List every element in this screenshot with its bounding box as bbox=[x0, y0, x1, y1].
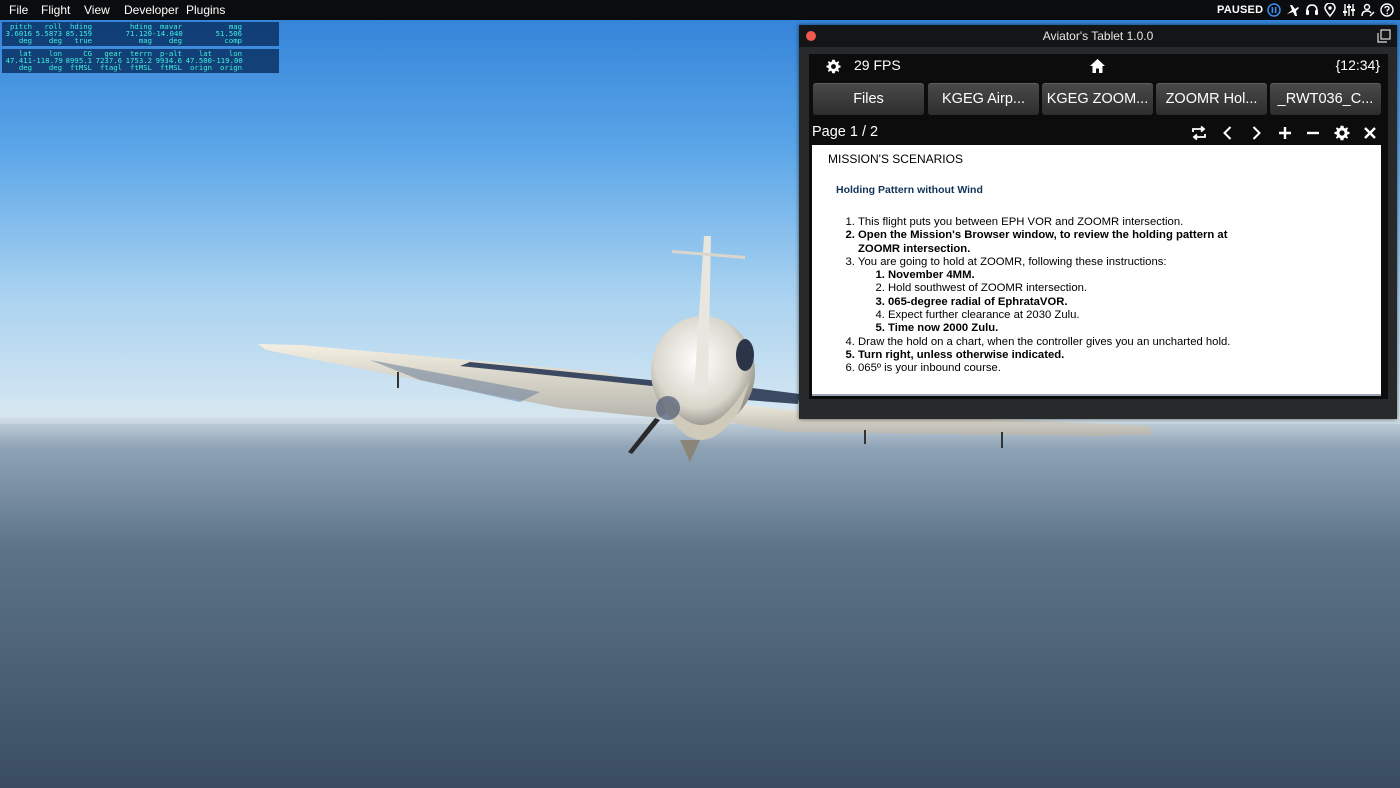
data-unit: true bbox=[74, 36, 92, 46]
tab-files[interactable]: Files bbox=[813, 83, 924, 115]
tablet-screen: 29 FPS {12:34} Files KGEG Airp... KGEG Z… bbox=[809, 54, 1388, 399]
sub-list-item: November 4MM. bbox=[888, 269, 1238, 282]
zoom-out-icon[interactable] bbox=[1305, 125, 1321, 141]
data-unit: deg bbox=[18, 36, 32, 46]
page-indicator: Page 1 / 2 bbox=[812, 124, 879, 140]
map-pin-icon[interactable] bbox=[1323, 3, 1337, 17]
help-icon[interactable] bbox=[1380, 3, 1394, 17]
data-unit: ftagl bbox=[100, 63, 122, 73]
weight-balance-icon[interactable] bbox=[1361, 3, 1375, 17]
data-unit: deg bbox=[168, 36, 182, 46]
page-toolbar: Page 1 / 2 bbox=[809, 121, 1388, 145]
tab-zoomr-hold[interactable]: ZOOMR Hol... bbox=[1156, 83, 1267, 115]
menu-file[interactable]: File bbox=[9, 0, 28, 20]
settings-icon[interactable] bbox=[1334, 125, 1350, 141]
next-page-icon[interactable] bbox=[1248, 125, 1264, 141]
rotate-icon[interactable] bbox=[1191, 125, 1207, 141]
menu-developer[interactable]: Developer bbox=[124, 0, 179, 20]
sub-list-item: Expect further clearance at 2030 Zulu. bbox=[888, 309, 1238, 322]
sub-list-item: Hold southwest of ZOOMR intersection. bbox=[888, 282, 1238, 295]
tablet-titlebar[interactable]: Aviator's Tablet 1.0.0 bbox=[799, 25, 1397, 47]
airplane-icon[interactable] bbox=[1286, 3, 1300, 17]
data-value bbox=[182, 30, 212, 37]
sub-list: November 4MM. Hold southwest of ZOOMR in… bbox=[858, 269, 1238, 335]
sub-list-item: 065-degree radial of EphrataVOR. bbox=[888, 296, 1238, 309]
tab-rwt036[interactable]: _RWT036_C... bbox=[1270, 83, 1381, 115]
list-item-text: You are going to hold at ZOOMR, followin… bbox=[858, 255, 1167, 268]
paused-status: PAUSED bbox=[1217, 4, 1264, 16]
data-row-units: deg deg true mag deg comp bbox=[2, 36, 279, 46]
gear-icon[interactable] bbox=[826, 59, 841, 74]
sub-list-item: Time now 2000 Zulu. bbox=[888, 322, 1238, 335]
tab-kgeg-airport[interactable]: KGEG Airp... bbox=[928, 83, 1039, 115]
menu-flight[interactable]: Flight bbox=[41, 0, 70, 20]
popout-icon[interactable] bbox=[1377, 29, 1391, 43]
data-unit: ftMSL bbox=[130, 63, 152, 73]
data-output-block-2: lat lon CG gear terrn p-alt lat lon 47.4… bbox=[2, 49, 279, 73]
tablet-window[interactable]: Aviator's Tablet 1.0.0 29 FPS {12:34} Fi… bbox=[799, 25, 1397, 419]
sliders-icon[interactable] bbox=[1342, 3, 1356, 17]
list-item: Draw the hold on a chart, when the contr… bbox=[858, 336, 1238, 349]
zoom-in-icon[interactable] bbox=[1277, 125, 1293, 141]
clock: {12:34} bbox=[1335, 57, 1380, 73]
close-icon[interactable] bbox=[1362, 125, 1378, 141]
document-subtitle: Holding Pattern without Wind bbox=[836, 184, 983, 196]
data-unit bbox=[182, 37, 212, 44]
data-unit: deg bbox=[48, 36, 62, 46]
tab-kgeg-zoomr[interactable]: KGEG ZOOM... bbox=[1042, 83, 1153, 115]
data-label bbox=[182, 23, 212, 30]
data-unit: orign bbox=[220, 63, 242, 73]
data-unit: ftMSL bbox=[70, 63, 92, 73]
home-icon[interactable] bbox=[1089, 58, 1106, 74]
headset-icon[interactable] bbox=[1305, 3, 1319, 17]
data-row-units: deg deg ftMSL ftagl ftMSL ftMSL orign or… bbox=[2, 63, 279, 73]
data-label bbox=[92, 23, 122, 30]
data-unit: comp bbox=[224, 36, 242, 46]
tablet-statusbar: 29 FPS {12:34} bbox=[809, 54, 1388, 78]
data-unit: deg bbox=[18, 63, 32, 73]
menu-view[interactable]: View bbox=[84, 0, 110, 20]
data-unit: mag bbox=[138, 36, 152, 46]
menu-plugins[interactable]: Plugins bbox=[186, 0, 225, 20]
prev-page-icon[interactable] bbox=[1220, 125, 1236, 141]
pdf-document[interactable]: MISSION'S SCENARIOS Holding Pattern with… bbox=[812, 145, 1381, 396]
data-output-block-1: pitch roll hding hding mavar mag 3.6016 … bbox=[2, 22, 279, 46]
document-scrollbar[interactable] bbox=[812, 394, 1381, 396]
document-title: MISSION'S SCENARIOS bbox=[828, 152, 963, 166]
tablet-title: Aviator's Tablet 1.0.0 bbox=[1042, 29, 1154, 43]
list-item: Open the Mission's Browser window, to re… bbox=[858, 229, 1238, 256]
data-value bbox=[92, 30, 122, 37]
data-unit: orign bbox=[190, 63, 212, 73]
fps-label: 29 FPS bbox=[854, 57, 901, 73]
pause-icon[interactable] bbox=[1267, 3, 1281, 17]
menubar: File Flight View Developer Plugins PAUSE… bbox=[0, 0, 1400, 20]
list-item: 065º is your inbound course. bbox=[858, 362, 1238, 375]
data-unit bbox=[92, 37, 122, 44]
data-unit: ftMSL bbox=[160, 63, 182, 73]
data-unit: deg bbox=[48, 63, 62, 73]
list-item: You are going to hold at ZOOMR, followin… bbox=[858, 256, 1238, 336]
list-item: This flight puts you between EPH VOR and… bbox=[858, 216, 1238, 229]
list-item: Turn right, unless otherwise indicated. bbox=[858, 349, 1238, 362]
document-list: This flight puts you between EPH VOR and… bbox=[840, 216, 1238, 376]
